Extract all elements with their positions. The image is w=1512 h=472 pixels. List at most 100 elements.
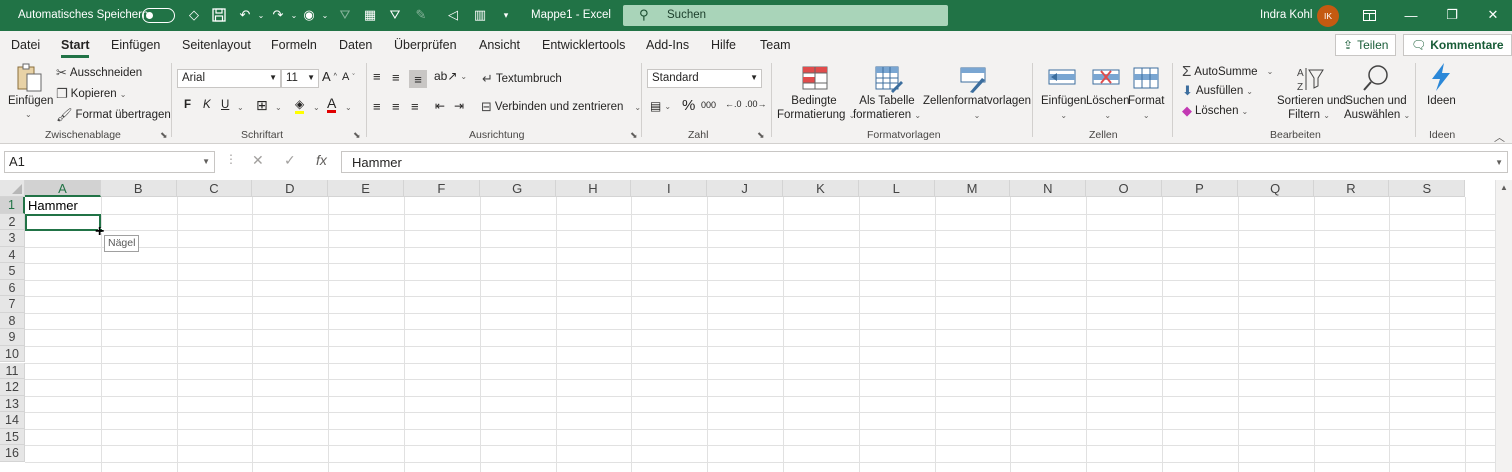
thousands-icon[interactable]: 000 xyxy=(701,100,716,110)
sort-filter-label[interactable]: Sortieren und Filtern ⌄ xyxy=(1277,94,1346,123)
cell-a1[interactable]: Hammer xyxy=(28,198,78,213)
record-dropdown-icon[interactable]: ⌄ xyxy=(316,6,334,24)
tab-einfuegen[interactable]: Einfügen xyxy=(111,38,160,52)
ideas-label[interactable]: Ideen xyxy=(1427,94,1456,108)
copy-button[interactable]: ❐ Kopieren ⌄ xyxy=(56,86,126,102)
column-header-k[interactable]: K xyxy=(783,180,859,197)
row-header-5[interactable]: 5 xyxy=(0,263,25,280)
touch-mode-icon[interactable]: ◇ xyxy=(185,6,203,24)
font-name-select[interactable]: Arial ▼ xyxy=(177,69,281,88)
insert-function-icon[interactable]: fx xyxy=(316,152,327,168)
customize-qat-icon[interactable]: ▾ xyxy=(497,6,515,24)
font-color-icon[interactable]: A xyxy=(327,96,337,113)
scroll-up-icon[interactable]: ▲ xyxy=(1500,183,1508,192)
column-header-o[interactable]: O xyxy=(1086,180,1162,197)
cell-styles-label[interactable]: Zellenformatvorlagen ⌄ xyxy=(923,94,1031,123)
tab-start[interactable]: Start xyxy=(61,38,90,58)
tab-daten[interactable]: Daten xyxy=(339,38,372,52)
user-name[interactable]: Indra Kohl xyxy=(1260,9,1312,21)
name-box[interactable]: A1 ▼ xyxy=(4,151,215,173)
select-all-button[interactable] xyxy=(0,180,25,197)
restore-icon[interactable]: ❐ xyxy=(1437,4,1467,26)
bold-button[interactable]: F xyxy=(184,99,191,111)
alignment-launcher-icon[interactable]: ⬊ xyxy=(630,130,638,141)
align-center-icon[interactable]: ≡ xyxy=(392,99,400,114)
minimize-icon[interactable]: — xyxy=(1396,4,1426,26)
row-header-4[interactable]: 4 xyxy=(0,246,25,264)
form-icon[interactable]: ▦ xyxy=(361,6,379,24)
number-format-select[interactable]: Standard ▼ xyxy=(647,69,762,88)
conditional-formatting-label[interactable]: Bedingte Formatierung ⌄ xyxy=(777,94,855,123)
row-header-16[interactable]: 16 xyxy=(0,445,25,462)
avatar[interactable]: IK xyxy=(1317,5,1339,27)
wrap-text-button[interactable]: ↵ Textumbruch xyxy=(482,71,562,87)
shrink-font-icon[interactable]: Aˇ xyxy=(342,71,355,83)
column-header-e[interactable]: E xyxy=(328,180,404,197)
format-as-table-icon[interactable] xyxy=(873,64,903,94)
column-header-c[interactable]: C xyxy=(176,180,253,197)
find-select-label[interactable]: Suchen und Auswählen ⌄ xyxy=(1344,94,1410,123)
borders-icon[interactable]: ⊞ xyxy=(256,97,268,114)
column-header-m[interactable]: M xyxy=(934,180,1011,197)
row-header-2[interactable]: 2 xyxy=(0,213,25,231)
borders-dropdown-icon[interactable]: ⌄ xyxy=(275,103,282,112)
vertical-scrollbar[interactable]: ▲ xyxy=(1495,180,1512,472)
spreadsheet-grid[interactable]: ▲ A B C D E F G H I J K L M N O P Q R S 1 2 3 4 5 6 7 8 9 10 11 12 13 14… xyxy=(0,180,1512,472)
align-left-icon[interactable]: ≡ xyxy=(373,99,381,114)
fill-color-icon[interactable]: ◈ xyxy=(295,97,305,114)
find-select-icon[interactable] xyxy=(1361,63,1391,93)
row-header-7[interactable]: 7 xyxy=(0,296,25,313)
column-header-f[interactable]: F xyxy=(404,180,480,197)
format-painter-button[interactable]: 🖌 Format übertragen xyxy=(56,107,171,123)
align-right-icon[interactable]: ≡ xyxy=(411,99,419,114)
insert-cells-label[interactable]: Einfügen ⌄ xyxy=(1041,94,1086,123)
column-header-j[interactable]: J xyxy=(707,180,783,197)
tab-add-ins[interactable]: Add-Ins xyxy=(646,38,689,52)
row-header-15[interactable]: 15 xyxy=(0,428,25,446)
tab-team[interactable]: Team xyxy=(760,38,791,52)
format-cells-label[interactable]: Format ⌄ xyxy=(1128,94,1164,123)
tab-ueberpruefen[interactable]: Überprüfen xyxy=(394,38,457,52)
font-color-dropdown-icon[interactable]: ⌄ xyxy=(345,103,352,112)
column-header-q[interactable]: Q xyxy=(1237,180,1314,197)
share-button[interactable]: ⇪ Teilen xyxy=(1335,34,1397,56)
row-header-12[interactable]: 12 xyxy=(0,379,25,396)
row-header-9[interactable]: 9 xyxy=(0,329,25,346)
row-header-8[interactable]: 8 xyxy=(0,312,25,330)
align-middle-icon[interactable]: ≡ xyxy=(392,70,400,85)
italic-button[interactable]: K xyxy=(203,99,211,111)
currency-icon[interactable]: ▤ ⌄ xyxy=(650,99,671,113)
column-header-l[interactable]: L xyxy=(858,180,935,197)
grow-font-icon[interactable]: A ^ xyxy=(322,69,337,84)
font-launcher-icon[interactable]: ⬊ xyxy=(353,130,361,141)
edit-icon[interactable]: ✎ xyxy=(412,6,430,24)
paste-dropdown-icon[interactable]: ⌄ xyxy=(25,108,32,122)
insert-cells-icon[interactable] xyxy=(1047,64,1077,94)
layout-icon[interactable]: ▥ xyxy=(471,6,489,24)
decrease-indent-icon[interactable]: ⇤ xyxy=(435,99,445,113)
cut-button[interactable]: ✂ Ausschneiden xyxy=(56,65,142,81)
format-cells-icon[interactable] xyxy=(1131,64,1161,94)
column-header-d[interactable]: D xyxy=(252,180,329,197)
cancel-icon[interactable]: ✕ xyxy=(252,152,264,169)
conditional-formatting-icon[interactable] xyxy=(800,64,830,94)
close-icon[interactable]: ✕ xyxy=(1478,4,1508,26)
share-sheet-icon[interactable]: ◁ xyxy=(444,6,462,24)
ideas-icon[interactable] xyxy=(1426,62,1456,92)
row-header-1[interactable]: 1 xyxy=(0,197,25,214)
column-header-n[interactable]: N xyxy=(1010,180,1087,197)
row-header-13[interactable]: 13 xyxy=(0,395,25,413)
tab-datei[interactable]: Datei xyxy=(11,38,40,52)
sort-filter-icon[interactable]: A Z xyxy=(1295,64,1325,94)
collapse-ribbon-icon[interactable]: ︿ xyxy=(1494,129,1505,145)
paste-label[interactable]: Einfügen xyxy=(8,94,53,108)
column-header-r[interactable]: R xyxy=(1313,180,1390,197)
formula-input[interactable]: Hammer ▼ xyxy=(341,151,1508,173)
fill-color-dropdown-icon[interactable]: ⌄ xyxy=(313,103,320,112)
delete-cells-label[interactable]: Löschen ⌄ xyxy=(1086,94,1129,123)
enter-icon[interactable]: ✓ xyxy=(284,152,296,169)
cell-styles-icon[interactable] xyxy=(958,64,988,94)
column-header-s[interactable]: S xyxy=(1389,180,1466,197)
clear-button[interactable]: ◆ Löschen ⌄ xyxy=(1182,103,1248,119)
save-icon[interactable] xyxy=(210,6,228,24)
